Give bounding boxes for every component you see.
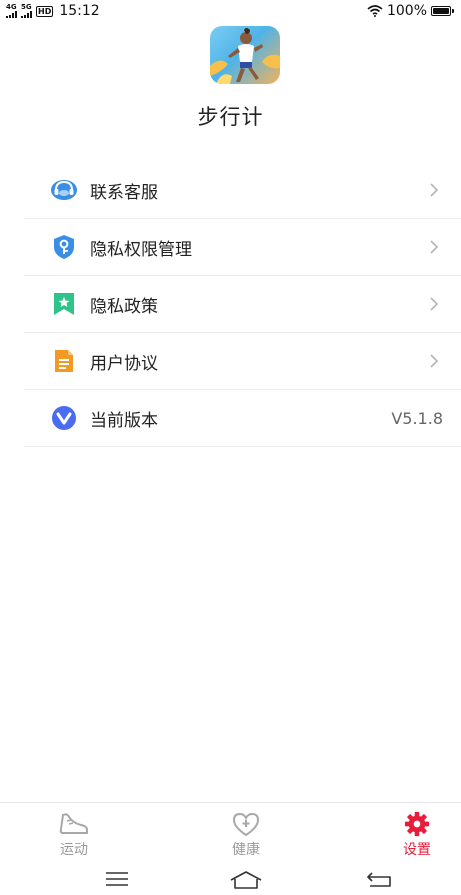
menu-label: 隐私政策	[90, 296, 158, 317]
bookmark-star-icon	[50, 290, 78, 318]
clock: 15:12	[59, 3, 100, 19]
signal-bars-icon	[21, 11, 32, 18]
status-left: 4G 5G HD 15:12	[6, 3, 100, 19]
battery-fill	[433, 8, 449, 14]
menu-label: 当前版本	[90, 410, 158, 431]
chevron-right-icon	[430, 354, 439, 368]
menu-label: 用户协议	[90, 353, 158, 374]
headset-icon	[50, 176, 78, 204]
settings-menu: 联系客服 隐私权限管理 隐私政策 用户协议 当前版本 V5.1.8	[24, 162, 461, 447]
chevron-right-icon	[430, 297, 439, 311]
menu-item-customer-service[interactable]: 联系客服	[24, 162, 461, 219]
version-value: V5.1.8	[391, 408, 443, 428]
wifi-icon	[367, 5, 383, 17]
network-5g: 5G	[21, 4, 32, 18]
status-right: 100%	[367, 3, 454, 19]
signal-bars-icon	[6, 11, 17, 18]
document-icon	[50, 347, 78, 375]
bottom-tab-bar: 运动 健康 设置	[0, 802, 461, 862]
system-nav-bar	[0, 866, 461, 895]
menu-item-current-version[interactable]: 当前版本 V5.1.8	[24, 390, 461, 447]
hd-badge: HD	[36, 5, 54, 17]
menu-lines-icon[interactable]	[104, 870, 130, 888]
home-icon[interactable]	[228, 870, 264, 890]
shield-key-icon	[50, 233, 78, 261]
menu-item-user-agreement[interactable]: 用户协议	[24, 333, 461, 390]
app-name: 步行计	[197, 105, 264, 129]
battery-icon	[431, 6, 454, 16]
back-icon[interactable]	[366, 870, 394, 888]
menu-item-privacy-permissions[interactable]: 隐私权限管理	[24, 219, 461, 276]
tab-label: 健康	[232, 842, 260, 858]
runner-illustration-icon	[210, 28, 280, 84]
network-4g-label: 4G	[6, 3, 17, 11]
status-bar: 4G 5G HD 15:12 100%	[0, 0, 461, 22]
chevron-right-icon	[430, 183, 439, 197]
tab-health[interactable]: 健康	[206, 811, 286, 859]
menu-label: 隐私权限管理	[90, 239, 192, 260]
menu-item-privacy-policy[interactable]: 隐私政策	[24, 276, 461, 333]
tab-label: 运动	[60, 842, 88, 858]
gear-icon	[404, 811, 430, 837]
shoe-icon	[59, 813, 88, 834]
network-5g-label: 5G	[21, 3, 32, 11]
tab-label: 设置	[403, 842, 431, 858]
app-logo	[210, 26, 280, 84]
network-4g: 4G	[6, 4, 17, 18]
chevron-right-icon	[430, 240, 439, 254]
version-v-icon	[50, 404, 78, 432]
battery-percent: 100%	[386, 3, 427, 19]
tab-settings[interactable]: 设置	[377, 811, 457, 859]
settings-screen: 4G 5G HD 15:12 100% 步行计 联系客服 隐私权限管理 隐私政策…	[0, 0, 461, 895]
menu-label: 联系客服	[90, 182, 158, 203]
tab-sport[interactable]: 运动	[34, 811, 114, 859]
heart-plus-icon	[232, 812, 260, 837]
